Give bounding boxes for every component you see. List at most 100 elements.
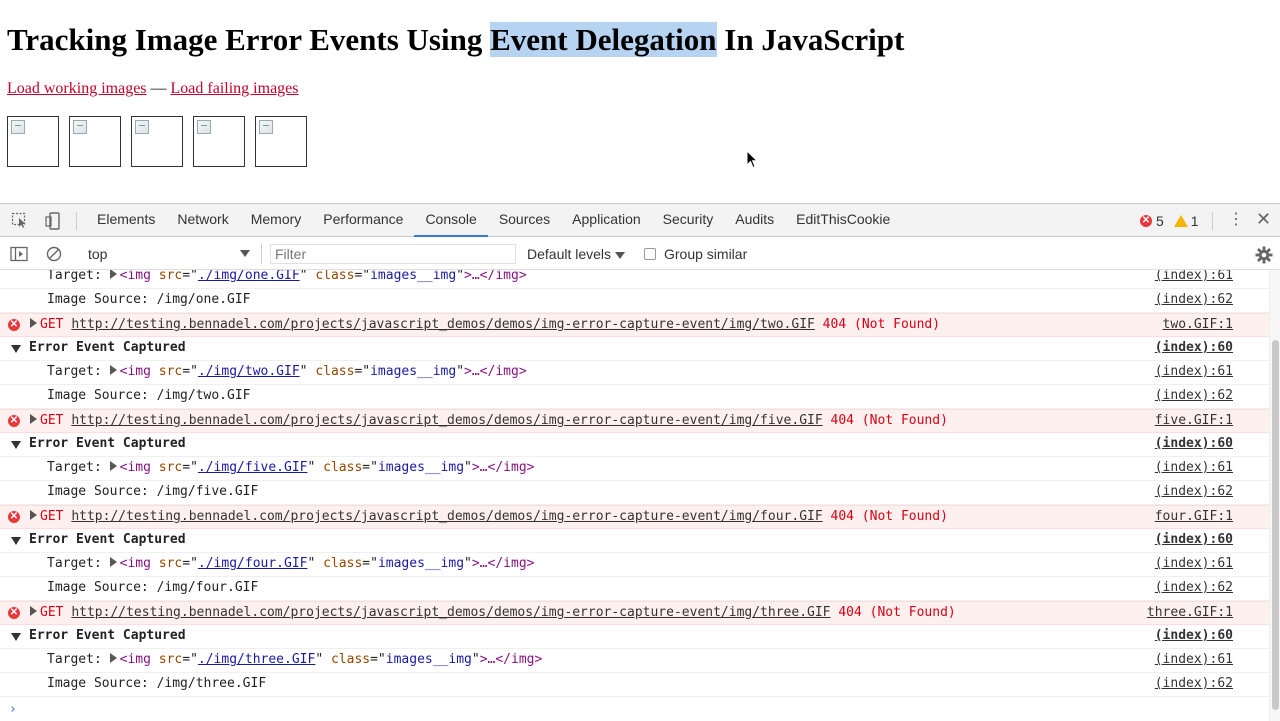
console-prompt[interactable]: › [9,702,17,717]
scrollbar-thumb[interactable] [1272,340,1279,710]
log-message: Image Source: /img/five.GIF [47,484,259,499]
console-log-source[interactable]: Image Source: /img/one.GIF (index):62 [0,289,1269,313]
tab-application[interactable]: Application [561,204,652,237]
inspect-icon[interactable] [11,212,29,228]
request-url-link[interactable]: http://testing.bennadel.com/projects/jav… [71,317,815,332]
log-source-link[interactable]: (index):62 [1155,292,1233,307]
image-thumbnail[interactable] [255,116,307,167]
error-message: GET http://testing.bennadel.com/projects… [30,317,940,332]
html-attr-link[interactable]: ./img/one.GIF [198,270,300,283]
tab-console[interactable]: Console [414,204,488,237]
collapse-triangle-icon[interactable] [11,633,21,641]
log-source-link[interactable]: (index):61 [1155,364,1233,379]
expand-triangle-icon[interactable] [109,270,117,279]
close-icon[interactable]: ✕ [1256,210,1271,228]
error-message: GET http://testing.bennadel.com/projects… [30,509,948,524]
settings-gear-icon[interactable] [1255,246,1273,267]
console-group-header[interactable]: Error Event Captured (index):60 [0,433,1269,457]
collapse-triangle-icon[interactable] [11,441,21,449]
console-log-target[interactable]: Target: <img src="./img/two.GIF" class="… [0,361,1269,385]
page-title-selected-text[interactable]: Event Delegation [490,22,717,57]
log-source-link[interactable]: (index):60 [1155,532,1233,547]
log-source-link[interactable]: (index):61 [1155,652,1233,667]
log-source-link[interactable]: two.GIF:1 [1163,317,1233,332]
console-error-row[interactable]: ✕ GET http://testing.bennadel.com/project… [0,505,1269,529]
console-log-source[interactable]: Image Source: /img/three.GIF (index):62 [0,673,1269,697]
expand-triangle-icon[interactable] [109,557,117,567]
log-source-link[interactable]: (index):61 [1155,556,1233,571]
sidebar-toggle-icon[interactable] [10,246,28,265]
request-url-link[interactable]: http://testing.bennadel.com/projects/jav… [71,509,822,524]
console-scrollbar[interactable] [1269,270,1280,721]
log-levels-dropdown[interactable]: Default levels [527,244,626,264]
expand-triangle-icon[interactable] [30,606,37,616]
console-log-target[interactable]: Target: <img src="./img/four.GIF" class=… [0,553,1269,577]
log-source-link[interactable]: three.GIF:1 [1147,605,1233,620]
console-log-target[interactable]: Target: <img src="./img/three.GIF" class… [0,649,1269,673]
http-status: 404 (Not Found) [822,509,948,524]
console-error-row[interactable]: ✕ GET http://testing.bennadel.com/project… [0,313,1269,337]
log-source-link[interactable]: (index):60 [1155,340,1233,355]
console-error-row[interactable]: ✕ GET http://testing.bennadel.com/project… [0,409,1269,433]
filter-input[interactable] [270,244,516,264]
log-label: Target: [47,364,110,379]
log-source-link[interactable]: (index):61 [1155,270,1233,283]
tab-network[interactable]: Network [166,204,239,237]
tab-sources[interactable]: Sources [488,204,561,237]
log-source-link[interactable]: (index):61 [1155,460,1233,475]
load-failing-images-link[interactable]: Load failing images [171,80,299,97]
image-thumbnail[interactable] [69,116,121,167]
console-group-header[interactable]: Error Event Captured (index):60 [0,337,1269,361]
expand-triangle-icon[interactable] [30,414,37,424]
log-source-link[interactable]: (index):62 [1155,580,1233,595]
console-error-row[interactable]: ✕ GET http://testing.bennadel.com/project… [0,601,1269,625]
console-group-header[interactable]: Error Event Captured (index):60 [0,529,1269,553]
console-output[interactable]: Target: <img src="./img/one.GIF" class="… [0,270,1269,721]
console-log-source[interactable]: Image Source: /img/two.GIF (index):62 [0,385,1269,409]
tab-audits[interactable]: Audits [724,204,785,237]
log-source-link[interactable]: four.GIF:1 [1155,509,1233,524]
request-url-link[interactable]: http://testing.bennadel.com/projects/jav… [71,413,822,428]
expand-triangle-icon[interactable] [109,365,117,375]
html-attr-link[interactable]: ./img/five.GIF [198,460,308,475]
device-toolbar-icon[interactable] [45,212,63,230]
error-icon: ✕ [1140,214,1152,227]
log-source-link[interactable]: (index):62 [1155,484,1233,499]
console-log-source[interactable]: Image Source: /img/four.GIF (index):62 [0,577,1269,601]
expand-triangle-icon[interactable] [109,461,117,471]
expand-triangle-icon[interactable] [30,318,37,328]
html-attr-link[interactable]: ./img/three.GIF [198,652,315,667]
expand-triangle-icon[interactable] [109,653,117,663]
tab-security[interactable]: Security [652,204,725,237]
html-attr-link[interactable]: ./img/two.GIF [198,364,300,379]
console-group-header[interactable]: Error Event Captured (index):60 [0,625,1269,649]
group-similar-checkbox[interactable] [644,248,656,260]
console-log-source[interactable]: Image Source: /img/five.GIF (index):62 [0,481,1269,505]
html-attr-link[interactable]: ./img/four.GIF [198,556,308,571]
tab-elements[interactable]: Elements [86,204,166,237]
html-attr-name: src [158,460,183,475]
expand-triangle-icon[interactable] [30,510,37,520]
load-working-images-link[interactable]: Load working images [7,80,147,97]
tab-editthiscookie[interactable]: EditThisCookie [785,204,901,237]
console-log-target[interactable]: Target: <img src="./img/five.GIF" class=… [0,457,1269,481]
console-log-target[interactable]: Target: <img src="./img/one.GIF" class="… [0,270,1269,289]
tab-memory[interactable]: Memory [240,204,313,237]
log-source-link[interactable]: (index):60 [1155,436,1233,451]
log-source-link[interactable]: (index):62 [1155,388,1233,403]
collapse-triangle-icon[interactable] [11,345,21,353]
log-source-link[interactable]: (index):60 [1155,628,1233,643]
kebab-menu-icon[interactable]: ⋮ [1228,212,1244,228]
request-url-link[interactable]: http://testing.bennadel.com/projects/jav… [71,605,830,620]
group-similar-toggle[interactable]: Group similar [644,244,747,264]
tab-performance[interactable]: Performance [312,204,414,237]
image-thumbnail[interactable] [7,116,59,167]
issue-counts[interactable]: ✕ 5 1 [1140,204,1199,237]
log-source-link[interactable]: (index):62 [1155,676,1233,691]
collapse-triangle-icon[interactable] [11,537,21,545]
context-selector[interactable]: top [88,244,250,264]
image-thumbnail[interactable] [193,116,245,167]
log-source-link[interactable]: five.GIF:1 [1155,413,1233,428]
clear-console-icon[interactable] [46,246,62,265]
image-thumbnail[interactable] [131,116,183,167]
